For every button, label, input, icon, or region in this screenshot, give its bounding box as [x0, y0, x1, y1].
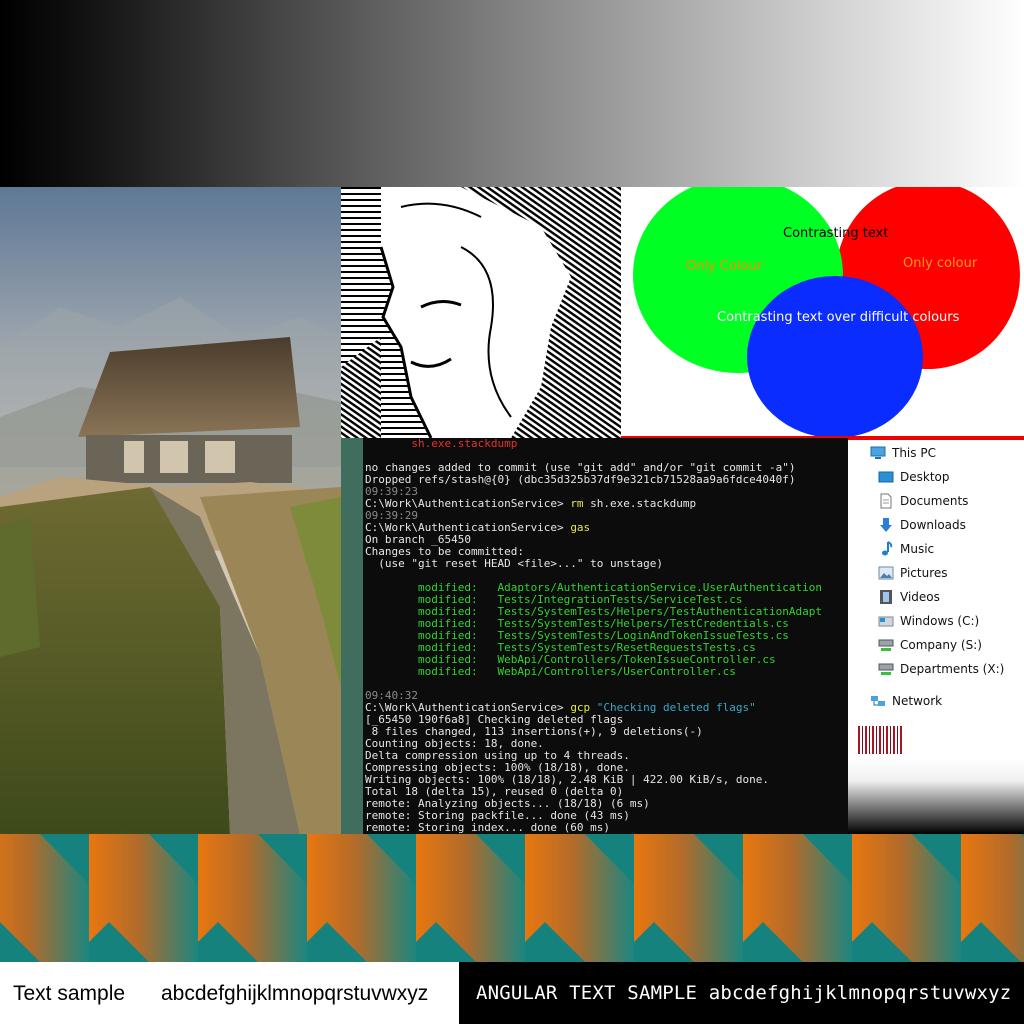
nav-item-company-s[interactable]: Company (S:) — [878, 634, 982, 656]
nav-item-downloads[interactable]: Downloads — [878, 514, 966, 536]
desktop-icon — [878, 469, 894, 485]
blue-circle — [747, 276, 923, 436]
network-icon — [870, 693, 886, 709]
nav-item-label: Documents — [900, 494, 969, 508]
nav-item-windows-c[interactable]: Windows (C:) — [878, 610, 979, 632]
explorer-fade-gradient — [848, 758, 1024, 834]
text-sample-dark-panel: ANGULAR TEXT SAMPLE abcdefghijklmnopqrst… — [459, 962, 1024, 1024]
color-contrast-diagram: Contrasting text Only Colour Only colour… — [621, 187, 1024, 438]
terminal-line: (use "git reset HEAD <file>..." to unsta… — [365, 557, 664, 570]
document-icon — [878, 493, 894, 509]
terminal-command-args: sh.exe.stackdump — [583, 497, 697, 510]
engraved-portrait-image — [341, 187, 621, 438]
chevron-pattern — [0, 834, 1024, 962]
terminal-command: rm — [570, 497, 584, 510]
nav-item-label: Music — [900, 542, 935, 556]
download-arrow-icon — [878, 517, 894, 533]
terminal-line: sh.exe.stackdump — [365, 438, 518, 450]
nav-item-label: Departments (X:) — [900, 662, 1005, 676]
nav-item-music[interactable]: Music — [878, 538, 934, 560]
landscape-photo — [0, 187, 341, 834]
terminal-line: C:\Work\AuthenticationService> rm sh.exe… — [365, 498, 848, 510]
nav-item-label: Network — [892, 694, 943, 708]
nav-item-departments-x[interactable]: Departments (X:) — [878, 658, 1004, 680]
label-contrasting-text: Contrasting text — [783, 226, 889, 241]
nav-item-label: Company (S:) — [900, 638, 982, 652]
nav-item-label: This PC — [892, 446, 936, 460]
nav-item-label: Desktop — [900, 470, 950, 484]
nav-item-label: Downloads — [900, 518, 966, 532]
terminal-line: Dropped refs/stash@{0} (dbc35d325b37df9e… — [365, 473, 796, 486]
nav-item-label: Videos — [900, 590, 940, 604]
nav-item-network[interactable]: Network — [870, 690, 942, 712]
grayscale-gradient-bar — [0, 0, 1024, 187]
music-note-icon — [878, 541, 894, 557]
text-sample-alphabet: abcdefghijklmnopqrstuvwxyz — [161, 982, 429, 1005]
angular-text-sample: ANGULAR TEXT SAMPLE abcdefghijklmnopqrst… — [476, 982, 1012, 1004]
terminal-window[interactable]: sh.exe.stackdump no changes added to comm… — [341, 438, 848, 834]
terminal-line: remote: Storing index... done (60 ms) — [365, 821, 611, 834]
terminal-line: modified: WebApi/Controllers/UserControl… — [365, 665, 736, 678]
label-contrasting-difficult: Contrasting text over difficult colours — [717, 310, 960, 325]
network-drive-icon — [878, 637, 894, 653]
nav-item-documents[interactable]: Documents — [878, 490, 968, 512]
nav-item-label: Windows (C:) — [900, 614, 980, 628]
drive-icon — [878, 613, 894, 629]
terminal-command: gas — [570, 521, 591, 534]
barcode-stripes — [858, 726, 904, 754]
label-only-colour-left: Only Colour — [686, 259, 763, 274]
nav-item-desktop[interactable]: Desktop — [878, 466, 950, 488]
nav-item-pictures[interactable]: Pictures — [878, 562, 948, 584]
chevron-pattern-band — [0, 834, 1024, 962]
landscape-photo-image — [0, 187, 341, 834]
nav-item-videos[interactable]: Videos — [878, 586, 940, 608]
network-drive-icon — [878, 661, 894, 677]
film-icon — [878, 589, 894, 605]
monitor-icon — [870, 445, 886, 461]
picture-icon — [878, 565, 894, 581]
label-only-colour-right: Only colour — [903, 256, 978, 271]
terminal-gutter — [341, 438, 363, 834]
text-sample-label: Text sample — [13, 982, 126, 1005]
text-sample-light-panel: Text sample abcdefghijklmnopqrstuvwxyz — [0, 962, 459, 1024]
engraved-portrait — [341, 187, 621, 438]
terminal-output: sh.exe.stackdump no changes added to comm… — [365, 438, 848, 834]
nav-item-label: Pictures — [900, 566, 948, 580]
nav-item-this-pc[interactable]: This PC — [870, 442, 936, 464]
